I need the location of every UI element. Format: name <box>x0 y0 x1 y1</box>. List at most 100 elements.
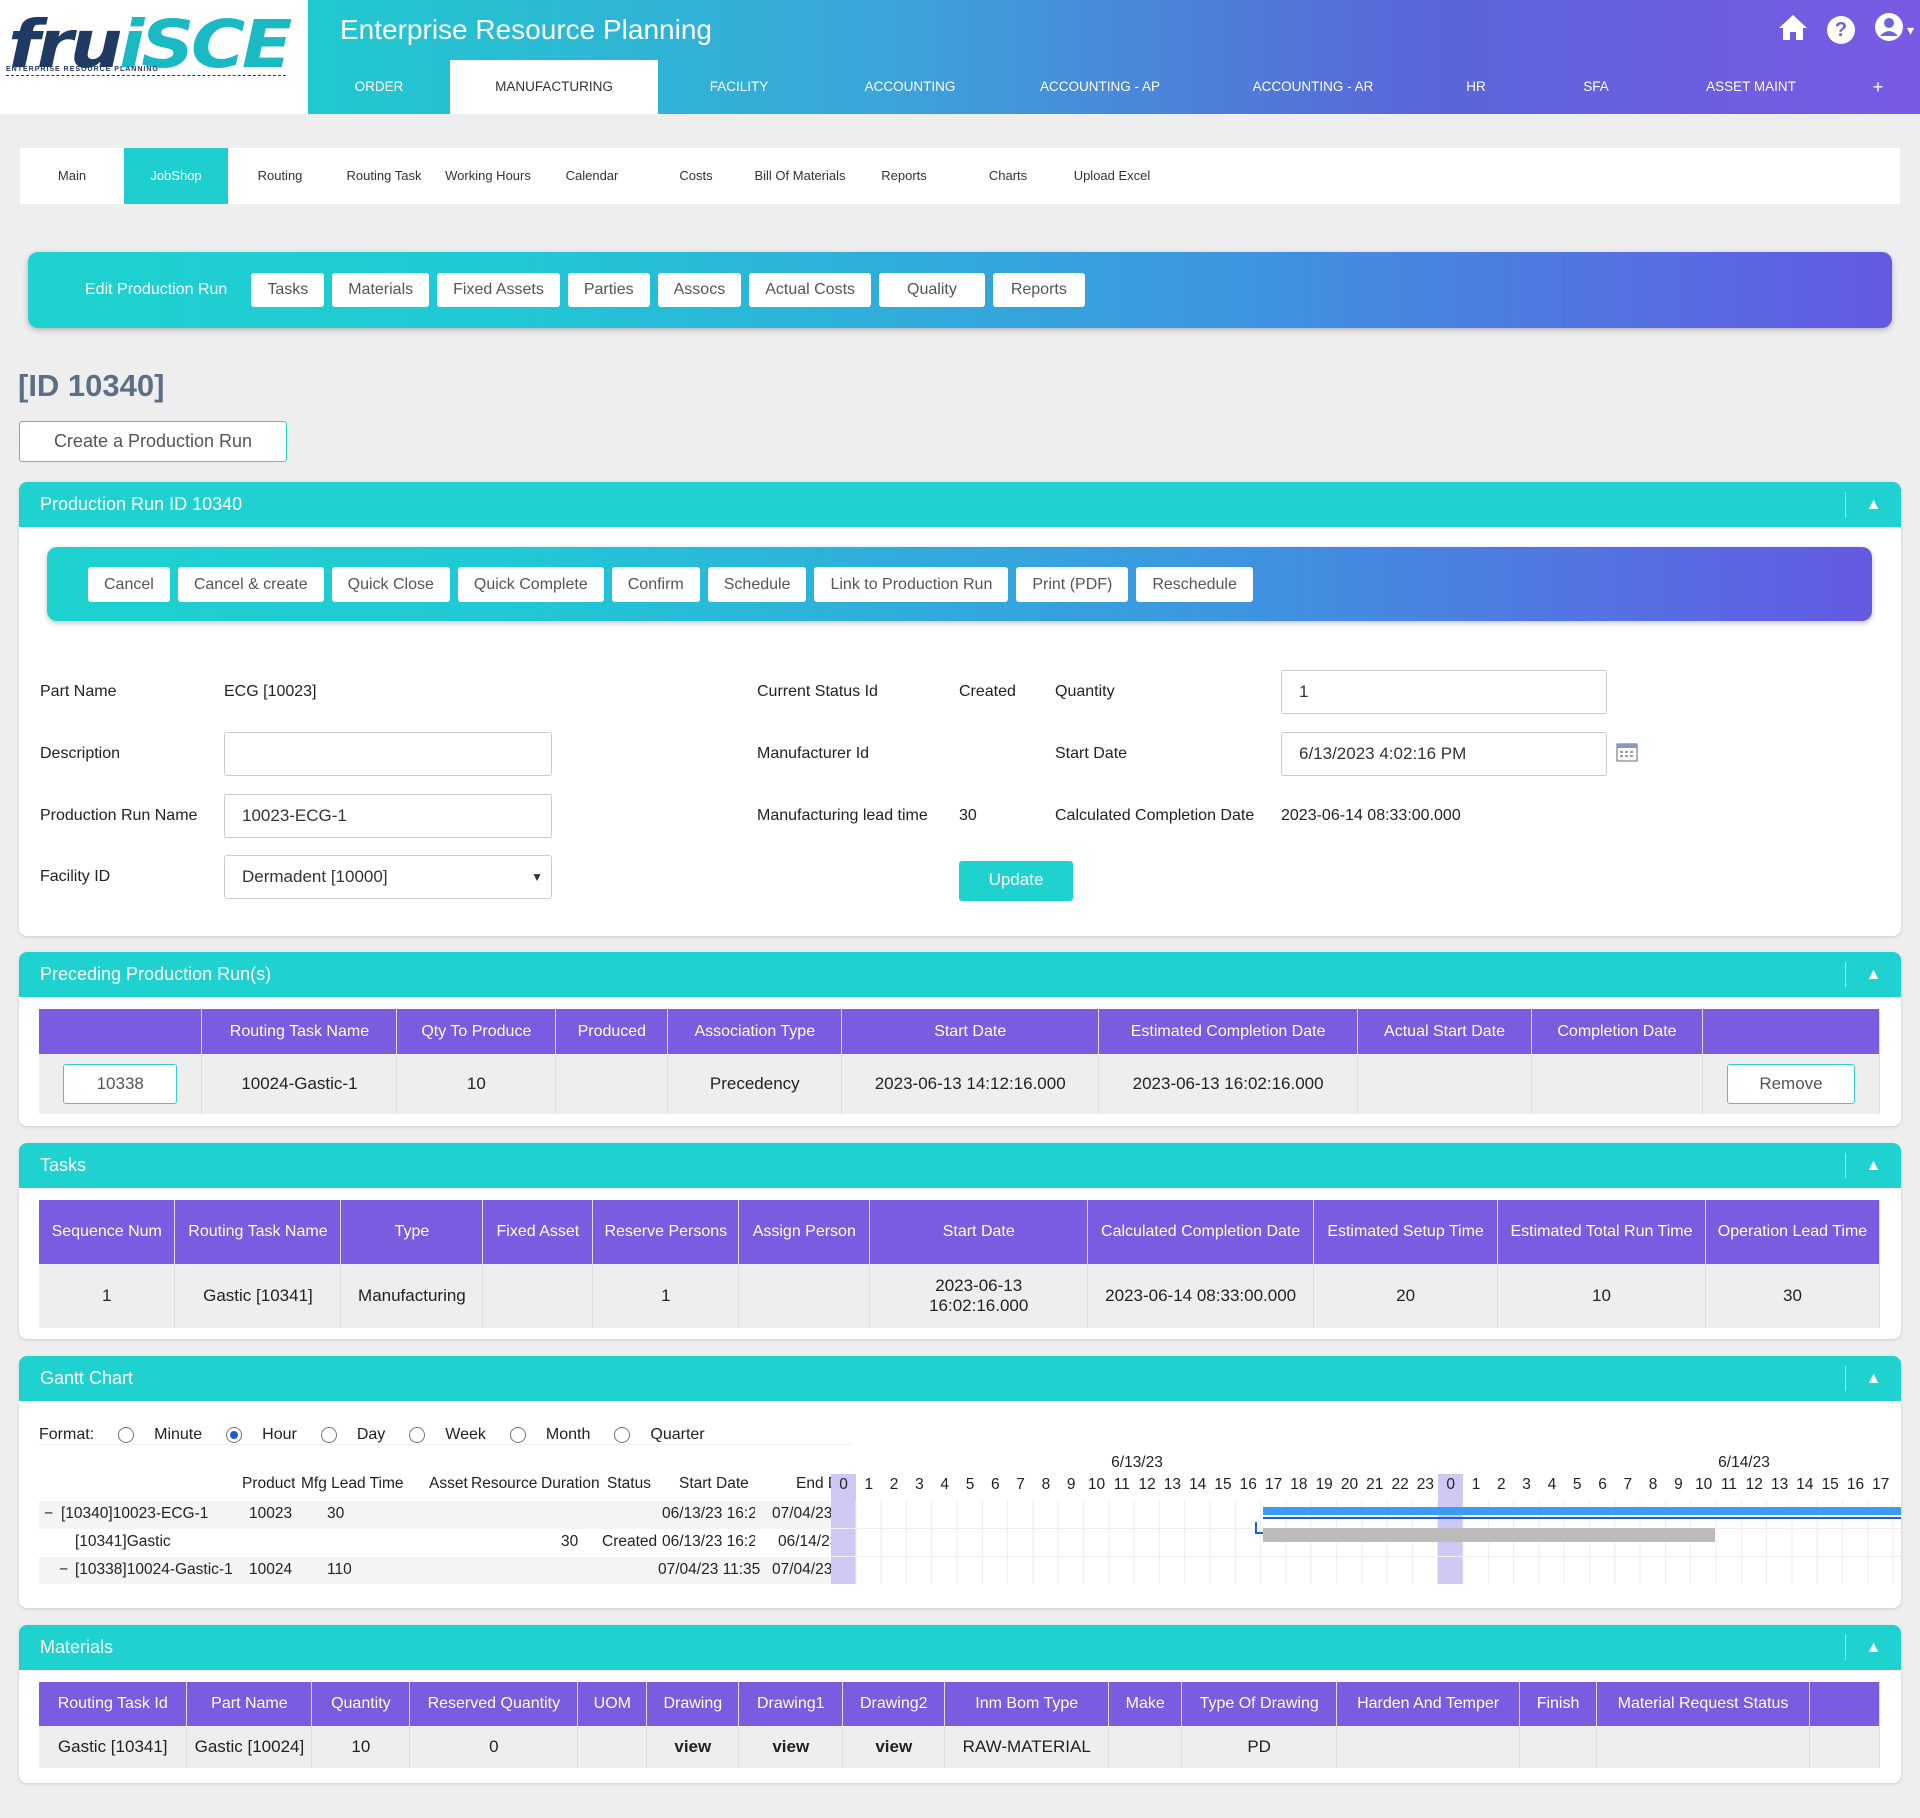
production-run-name-input[interactable]: 10023-ECG-1 <box>224 794 552 838</box>
column-header: Routing Task Name <box>201 1009 398 1054</box>
sub-nav-main[interactable]: Main <box>20 148 124 204</box>
column-header: Estimated Total Run Time <box>1497 1200 1706 1264</box>
gantt-bar-10340[interactable] <box>1263 1507 1901 1515</box>
sub-nav-charts[interactable]: Charts <box>956 148 1060 204</box>
quick-close-button[interactable]: Quick Close <box>331 566 450 602</box>
print-pdf-button[interactable]: Print (PDF) <box>1016 566 1129 602</box>
sub-nav-routing-task[interactable]: Routing Task <box>332 148 436 204</box>
gantt-col-header: Status <box>607 1475 651 1492</box>
format-week-radio[interactable] <box>409 1427 426 1443</box>
gantt-hour-label: 6 <box>1598 1476 1607 1493</box>
tab-tasks[interactable]: Tasks <box>251 273 325 307</box>
quantity-input[interactable]: 1 <box>1281 670 1607 714</box>
confirm-button[interactable]: Confirm <box>611 566 700 602</box>
header-icons: ? ▾ <box>1777 12 1914 48</box>
start-date-input[interactable]: 6/13/2023 4:02:16 PM <box>1281 732 1607 776</box>
sub-nav-working-hours[interactable]: Working Hours <box>436 148 540 204</box>
header-bar: Enterprise Resource Planning ? ▾ ORDER M… <box>308 0 1920 114</box>
drawing2-view-link[interactable]: view <box>842 1726 946 1768</box>
sub-nav-calendar[interactable]: Calendar <box>540 148 644 204</box>
sub-nav-jobshop[interactable]: JobShop <box>124 148 228 204</box>
description-input[interactable] <box>224 732 552 776</box>
gantt-bar-10338[interactable] <box>1263 1528 1715 1542</box>
tab-fixed-assets[interactable]: Fixed Assets <box>437 273 560 307</box>
sub-nav-bill-of-materials[interactable]: Bill Of Materials <box>748 148 852 204</box>
main-nav-hr[interactable]: HR <box>1426 60 1526 114</box>
collapse-icon[interactable]: ▲ <box>1845 492 1901 517</box>
format-option-label[interactable]: Week <box>445 1426 486 1444</box>
preceding-run-id-button[interactable]: 10338 <box>63 1064 178 1104</box>
sub-nav-costs[interactable]: Costs <box>644 148 748 204</box>
facility-select[interactable]: Dermadent [10000] ▼ <box>224 855 552 899</box>
column-header <box>1809 1682 1881 1726</box>
schedule-button[interactable]: Schedule <box>707 566 807 602</box>
cancel-button[interactable]: Cancel <box>88 566 170 602</box>
gantt-hour-label: 19 <box>1315 1476 1333 1493</box>
main-nav-sfa[interactable]: SFA <box>1526 60 1666 114</box>
gantt-bar-10341[interactable] <box>1263 1517 1901 1519</box>
main-nav-order[interactable]: ORDER <box>308 60 450 114</box>
collapse-icon[interactable]: ▲ <box>1845 1366 1901 1391</box>
link-to-production-run-button[interactable]: Link to Production Run <box>814 566 1009 602</box>
main-nav-more-button[interactable]: + <box>1836 60 1920 114</box>
tab-actual-costs[interactable]: Actual Costs <box>749 273 872 307</box>
facility-label: Facility ID <box>40 868 111 885</box>
home-icon[interactable] <box>1777 13 1809 47</box>
user-menu-caret-icon[interactable]: ▾ <box>1907 22 1914 39</box>
collapse-icon[interactable]: ▲ <box>1845 1153 1901 1178</box>
cell <box>1336 1726 1521 1768</box>
format-option-label[interactable]: Quarter <box>650 1426 704 1444</box>
quick-complete-button[interactable]: Quick Complete <box>457 566 604 602</box>
format-minute-radio[interactable] <box>118 1427 135 1443</box>
user-icon[interactable] <box>1873 12 1905 48</box>
sub-nav-routing[interactable]: Routing <box>228 148 332 204</box>
main-nav-accounting-ap[interactable]: ACCOUNTING - AP <box>1000 60 1200 114</box>
main-nav-facility[interactable]: FACILITY <box>658 60 820 114</box>
lead-time-value: 30 <box>959 807 977 824</box>
calendar-icon[interactable] <box>1616 742 1638 762</box>
sub-nav-upload-excel[interactable]: Upload Excel <box>1060 148 1164 204</box>
main-nav-asset-maint[interactable]: ASSET MAINT <box>1666 60 1836 114</box>
gantt-cell: Created <box>602 1533 658 1550</box>
help-icon[interactable]: ? <box>1826 16 1855 44</box>
logo[interactable]: fruiSCE ENTERPRISE RESOURCE PLANNING <box>0 0 308 114</box>
format-option-label[interactable]: Month <box>546 1426 590 1444</box>
column-header: Operation Lead Time <box>1705 1200 1881 1264</box>
tab-reports[interactable]: Reports <box>992 273 1085 307</box>
collapse-icon[interactable]: ▲ <box>1845 962 1901 987</box>
main-nav-accounting[interactable]: ACCOUNTING <box>820 60 1000 114</box>
tab-assocs[interactable]: Assocs <box>657 273 742 307</box>
materials-table: Routing Task Id Part Name Quantity Reser… <box>39 1682 1881 1768</box>
format-option-label[interactable]: Minute <box>154 1426 202 1444</box>
tab-quality[interactable]: Quality <box>879 273 985 307</box>
format-day-radio[interactable] <box>320 1427 337 1443</box>
expand-toggle-icon[interactable]: − <box>44 1505 53 1523</box>
format-option-label[interactable]: Hour <box>262 1426 297 1444</box>
tab-parties[interactable]: Parties <box>567 273 650 307</box>
remove-button[interactable]: Remove <box>1726 1064 1855 1104</box>
cell: Gastic [10024] <box>186 1726 313 1768</box>
update-button[interactable]: Update <box>959 861 1073 901</box>
collapse-icon[interactable]: ▲ <box>1845 1635 1901 1660</box>
main-nav-manufacturing[interactable]: MANUFACTURING <box>450 60 658 114</box>
tab-materials[interactable]: Materials <box>332 273 430 307</box>
format-month-radio[interactable] <box>509 1427 526 1443</box>
drawing-view-link[interactable]: view <box>646 1726 740 1768</box>
gantt-col-header: Asset <box>429 1475 468 1492</box>
cell: Gastic [10341] <box>174 1264 342 1328</box>
cancel-and-create-button[interactable]: Cancel & create <box>177 566 324 602</box>
format-quarter-radio[interactable] <box>614 1427 631 1443</box>
reschedule-button[interactable]: Reschedule <box>1136 566 1253 602</box>
column-header: Finish <box>1519 1682 1598 1726</box>
expand-toggle-icon[interactable]: − <box>59 1561 68 1579</box>
sub-nav: Main JobShop Routing Routing Task Workin… <box>20 148 1900 204</box>
format-hour-radio[interactable] <box>226 1427 243 1443</box>
edit-production-run-label[interactable]: Edit Production Run <box>85 281 227 299</box>
drawing1-view-link[interactable]: view <box>738 1726 844 1768</box>
format-option-label[interactable]: Day <box>357 1426 385 1444</box>
sub-nav-reports[interactable]: Reports <box>852 148 956 204</box>
completion-date-value: 2023-06-14 08:33:00.000 <box>1281 807 1461 824</box>
main-nav-accounting-ar[interactable]: ACCOUNTING - AR <box>1200 60 1426 114</box>
cell: RAW-MATERIAL <box>944 1726 1110 1768</box>
create-production-run-button[interactable]: Create a Production Run <box>19 421 287 462</box>
